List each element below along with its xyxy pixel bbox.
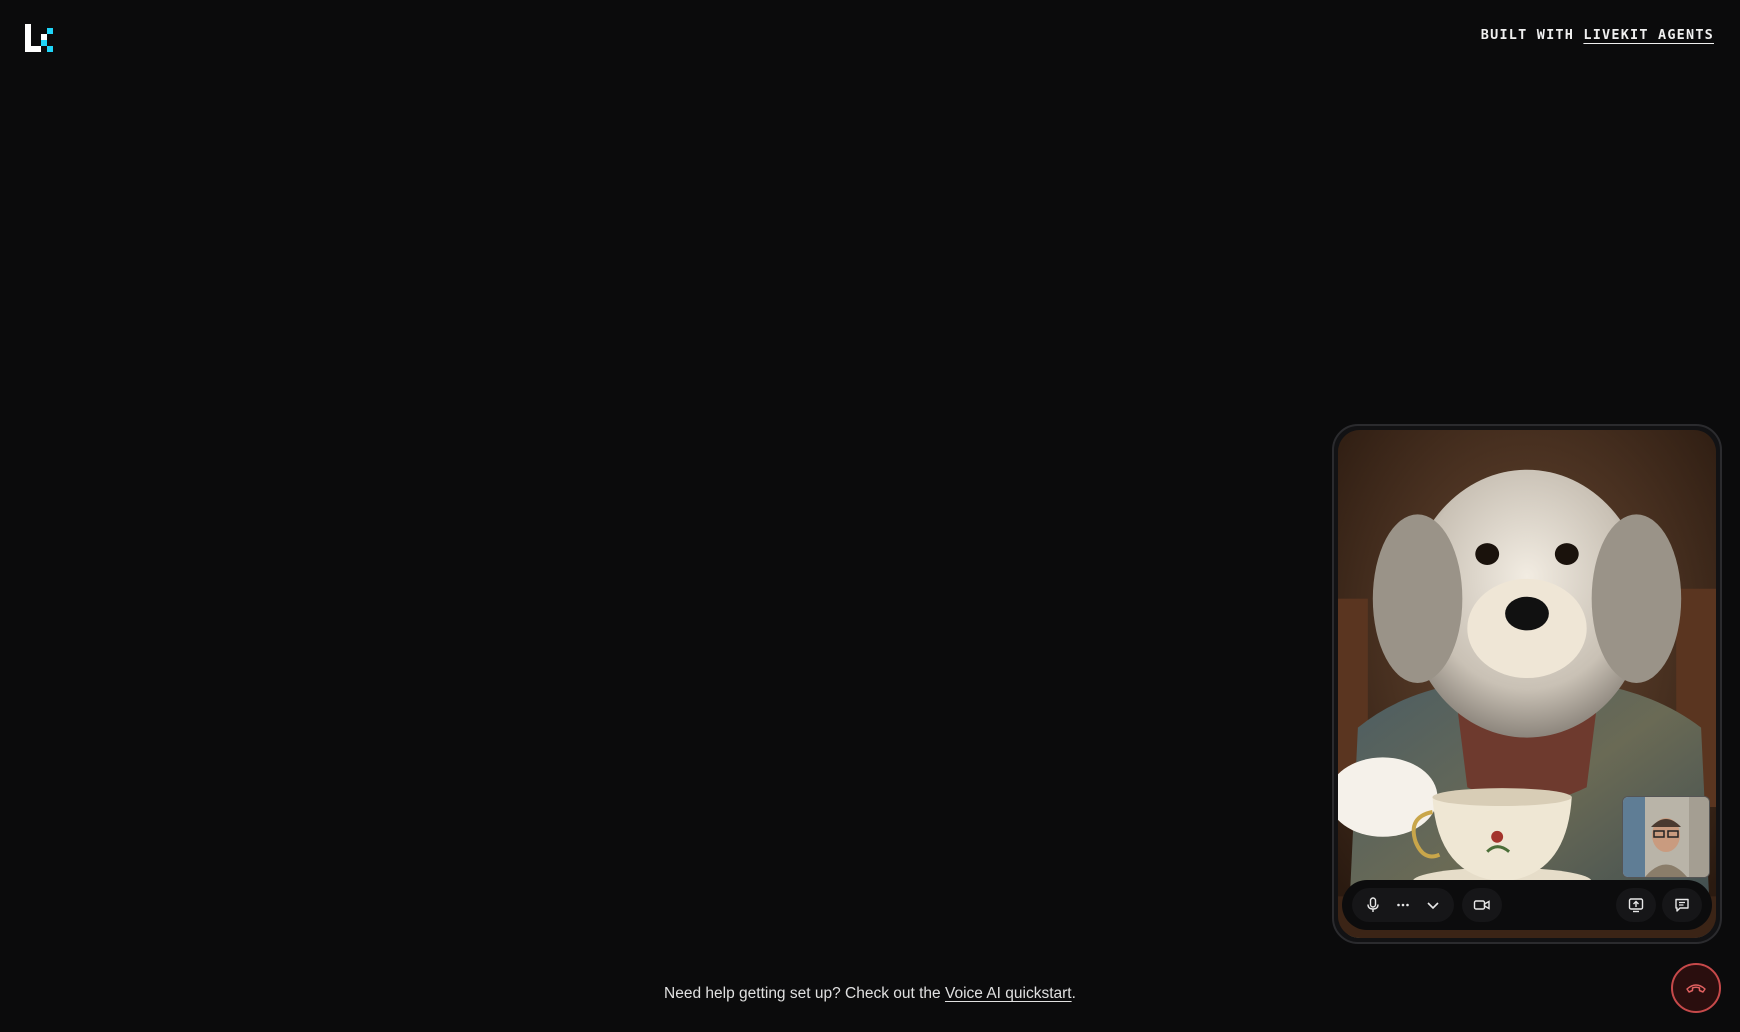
video-camera-icon (1473, 900, 1490, 910)
media-control-bar (1342, 880, 1712, 930)
built-with-prefix: BUILT WITH (1480, 27, 1575, 43)
user-camera-preview (1622, 796, 1710, 878)
agent-video-feed (1338, 430, 1716, 938)
screen-share-icon (1628, 898, 1644, 913)
microphone-control-group (1352, 888, 1454, 922)
help-text: Need help getting set up? Check out the … (0, 985, 1740, 1003)
chat-button[interactable] (1662, 888, 1702, 922)
agent-video-card (1332, 424, 1722, 944)
user-avatar-image (1623, 797, 1709, 877)
audio-level-indicator (1388, 890, 1418, 920)
microphone-toggle-button[interactable] (1358, 890, 1388, 920)
help-prefix: Need help getting set up? Check out the (664, 985, 945, 1002)
built-with-label: BUILT WITH LIVEKIT AGENTS (1481, 27, 1714, 43)
voice-ai-quickstart-link[interactable]: Voice AI quickstart (945, 985, 1072, 1002)
microphone-icon (1367, 897, 1379, 912)
microphone-device-dropdown[interactable] (1418, 890, 1448, 920)
chat-icon (1675, 898, 1689, 912)
livekit-agents-link[interactable]: LIVEKIT AGENTS (1583, 27, 1714, 43)
page: BUILT WITH LIVEKIT AGENTS Need help gett… (0, 0, 1740, 1032)
ellipsis-icon (1397, 903, 1409, 907)
livekit-logo-icon[interactable] (25, 24, 53, 52)
chevron-down-icon (1427, 902, 1439, 910)
camera-toggle-button[interactable] (1462, 888, 1502, 922)
help-suffix: . (1071, 985, 1076, 1002)
screen-share-button[interactable] (1616, 888, 1656, 922)
